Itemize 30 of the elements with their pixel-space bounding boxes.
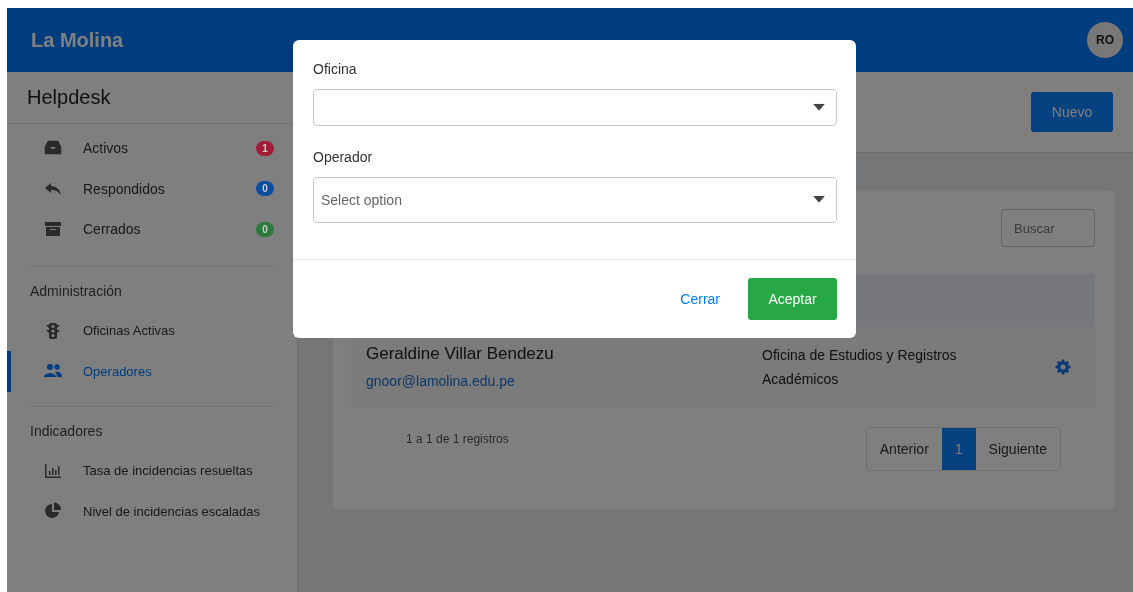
brand-name: La Molina [31, 28, 124, 52]
operator-name: Geraldine Villar Bendezu [366, 344, 555, 364]
field-label: Operador [313, 149, 373, 165]
accept-button[interactable]: Aceptar [748, 278, 837, 320]
section-heading: Indicadores [30, 421, 104, 441]
sidebar-item[interactable]: Nivel de incidencias escaladas [7, 491, 274, 532]
count-badge: 0 [256, 181, 274, 197]
settings-icon[interactable] [1055, 359, 1071, 375]
search-field[interactable]: Buscar [1001, 209, 1095, 247]
count-badge: 1 [256, 140, 274, 156]
sidebar-item[interactable]: Respondidos 0 [30, 168, 274, 209]
email-link[interactable]: gnoor@lamolina.edu.pe [366, 373, 515, 389]
select-field[interactable] [313, 89, 837, 126]
sidebar-item[interactable]: Cerrados 0 [30, 209, 274, 250]
sidebar-item[interactable]: Activos 1 [30, 128, 274, 169]
record-count: 1 a 1 de 1 registros [406, 432, 509, 446]
select-field[interactable]: Select option [313, 177, 837, 223]
count-badge: 0 [256, 221, 274, 237]
office-name: Oficina de Estudios y Registros Académicos [762, 346, 958, 389]
sidebar-item[interactable]: Tasa de incidencias resueltas [7, 450, 274, 491]
field-label: Oficina [313, 61, 357, 77]
close-link[interactable]: Cerrar [680, 291, 720, 307]
sidebar-item[interactable]: Operadores [7, 351, 274, 392]
sidebar-item[interactable]: Oficinas Activas [7, 310, 274, 351]
section-heading: Administración [30, 281, 123, 301]
page-button[interactable]: 1 [941, 428, 976, 470]
caret-icon [813, 103, 825, 111]
caret-icon [813, 195, 825, 203]
user-avatar[interactable]: RO [1087, 22, 1123, 58]
new-button[interactable]: Nuevo [1031, 92, 1113, 132]
